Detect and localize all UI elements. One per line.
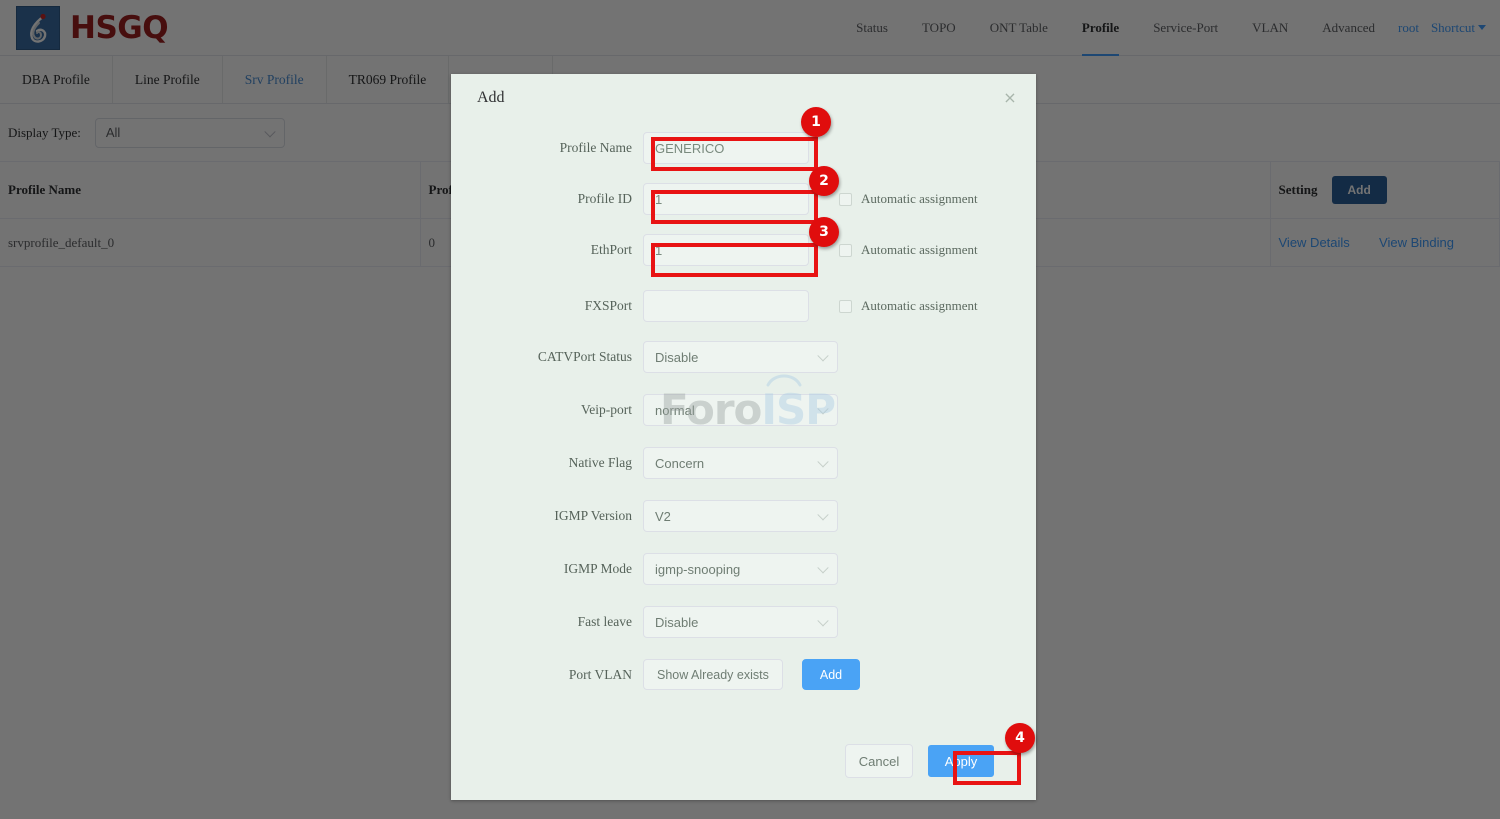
field-row-profile-id: Profile ID 1 Automatic assignment (451, 183, 1036, 215)
chevron-down-icon (817, 509, 829, 521)
show-already-exists-button[interactable]: Show Already exists (643, 659, 783, 690)
profile-name-input[interactable]: GENERICO (643, 132, 809, 164)
chevron-down-icon (817, 350, 829, 362)
profile-id-auto-assign[interactable]: Automatic assignment (839, 191, 978, 207)
native-flag-value: Concern (655, 455, 705, 471)
field-row-native-flag: Native Flag Concern (451, 447, 1036, 479)
chevron-down-icon (817, 403, 829, 415)
fast-leave-label: Fast leave (577, 614, 632, 629)
veip-port-label: Veip-port (581, 402, 632, 417)
profile-name-label: Profile Name (559, 140, 632, 155)
checkbox-icon[interactable] (839, 243, 852, 257)
ethport-label: EthPort (590, 242, 632, 257)
profile-id-auto-label: Automatic assignment (861, 191, 978, 206)
field-row-ethport: EthPort 1 Automatic assignment (451, 234, 1036, 266)
checkbox-icon[interactable] (839, 192, 852, 206)
native-flag-select[interactable]: Concern (643, 447, 838, 479)
fxsport-label: FXSPort (584, 298, 632, 313)
catvport-status-value: Disable (655, 349, 699, 365)
dialog-title: Add (477, 89, 505, 106)
veip-port-select[interactable]: normal (643, 394, 838, 426)
field-row-veip-port: Veip-port normal (451, 394, 1036, 426)
igmp-version-label: IGMP Version (554, 508, 632, 523)
igmp-version-value: V2 (655, 508, 671, 524)
apply-button[interactable]: Apply (928, 745, 994, 777)
profile-id-value: 1 (655, 191, 663, 207)
chevron-down-icon (817, 562, 829, 574)
port-vlan-label: Port VLAN (568, 666, 632, 682)
profile-id-label: Profile ID (577, 191, 632, 206)
fxsport-input[interactable] (643, 290, 809, 322)
profile-id-input[interactable]: 1 (643, 183, 809, 215)
catvport-status-label: CATVPort Status (537, 349, 632, 364)
ethport-input[interactable]: 1 (643, 234, 809, 266)
fxsport-auto-assign[interactable]: Automatic assignment (839, 298, 978, 314)
checkbox-icon[interactable] (839, 299, 852, 313)
fxsport-auto-label: Automatic assignment (861, 298, 978, 313)
ethport-auto-label: Automatic assignment (861, 242, 978, 257)
chevron-down-icon (817, 615, 829, 627)
add-srv-profile-dialog: Add × Profile Name GENERICO Profile ID 1… (451, 74, 1036, 800)
ethport-value: 1 (655, 242, 663, 258)
dialog-body: Profile Name GENERICO Profile ID 1 Autom… (451, 122, 1036, 690)
cancel-button[interactable]: Cancel (845, 744, 913, 778)
field-row-igmp-mode: IGMP Mode igmp-snooping (451, 553, 1036, 585)
field-row-fxsport: FXSPort Automatic assignment (451, 290, 1036, 322)
field-row-catvport-status: CATVPort Status Disable (451, 341, 1036, 373)
field-row-profile-name: Profile Name GENERICO (451, 132, 1036, 164)
igmp-mode-label: IGMP Mode (563, 561, 632, 576)
igmp-version-select[interactable]: V2 (643, 500, 838, 532)
chevron-down-icon (817, 456, 829, 468)
profile-name-value: GENERICO (655, 140, 725, 156)
veip-port-value: normal (655, 402, 695, 418)
dialog-footer: Cancel Apply (451, 722, 1036, 800)
field-row-fast-leave: Fast leave Disable (451, 606, 1036, 638)
igmp-mode-value: igmp-snooping (655, 561, 741, 577)
fast-leave-select[interactable]: Disable (643, 606, 838, 638)
igmp-mode-select[interactable]: igmp-snooping (643, 553, 838, 585)
field-row-igmp-version: IGMP Version V2 (451, 500, 1036, 532)
close-icon[interactable]: × (1000, 88, 1020, 108)
catvport-status-select[interactable]: Disable (643, 341, 838, 373)
field-row-port-vlan: Port VLAN Show Already exists Add (451, 659, 1036, 690)
dialog-header: Add × (451, 74, 1036, 122)
port-vlan-add-button[interactable]: Add (801, 659, 861, 690)
ethport-auto-assign[interactable]: Automatic assignment (839, 242, 978, 258)
fast-leave-value: Disable (655, 614, 699, 630)
native-flag-label: Native Flag (568, 455, 632, 470)
